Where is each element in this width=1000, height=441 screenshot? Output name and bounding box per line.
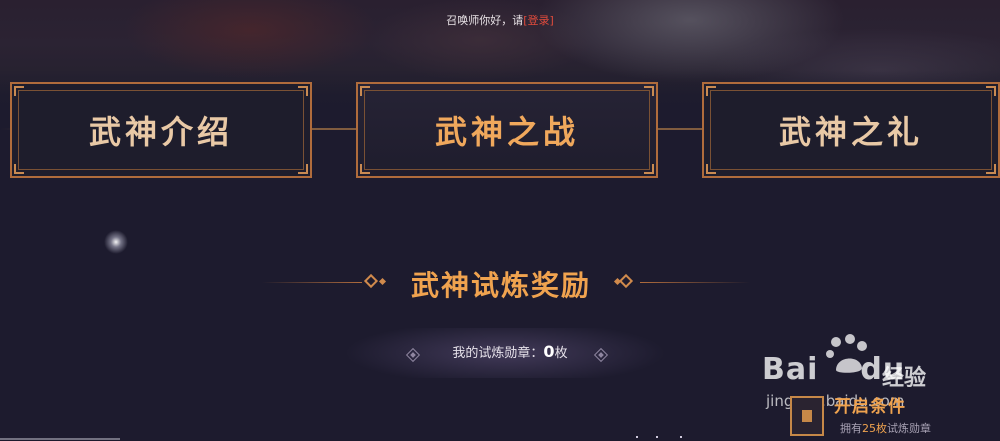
medal-label: 我的试炼勋章： — [452, 346, 544, 361]
frame-corner — [14, 86, 24, 96]
sparkle-decoration — [104, 230, 128, 254]
watermark-logo-text: Bai — [762, 352, 819, 387]
frame-corner — [706, 164, 716, 174]
tab-label: 武神之战 — [434, 113, 579, 151]
frame-corner — [986, 86, 996, 96]
frame-corner — [14, 164, 24, 174]
condition-prefix: 拥有 — [840, 422, 862, 435]
tab-label: 武神之礼 — [778, 113, 923, 151]
diamond-ornament-icon — [363, 273, 379, 289]
frame-corner — [644, 86, 654, 96]
frame-corner — [706, 86, 716, 96]
page: 召唤师你好，请[登录] 武神介绍 武神之战 武神之礼 武神试炼奖励 我的试炼勋章… — [0, 0, 1000, 441]
greeting-text: 召唤师你好，请 — [446, 14, 524, 27]
section-header: 武神试炼奖励 — [0, 262, 1000, 302]
tab-battle[interactable]: 武神之战 — [356, 82, 658, 178]
condition-title: 开启条件 — [834, 397, 906, 417]
condition-description: 拥有25枚试炼勋章 — [840, 420, 931, 436]
medal-count-value: 0 — [543, 342, 555, 361]
login-link[interactable]: [登录] — [523, 14, 554, 27]
frame-corner — [298, 164, 308, 174]
frame-corner — [360, 86, 370, 96]
condition-number: 25枚 — [862, 422, 887, 435]
frame-corner — [986, 164, 996, 174]
title-line-left — [262, 282, 362, 283]
login-prompt: 召唤师你好，请[登录] — [0, 12, 1000, 28]
tab-label: 武神介绍 — [88, 113, 233, 151]
frame-corner — [644, 164, 654, 174]
medal-count-bar: 我的试炼勋章：0枚 — [320, 328, 690, 378]
diamond-dot-icon — [378, 277, 387, 286]
section-title: 武神试炼奖励 — [410, 269, 591, 302]
tab-gift[interactable]: 武神之礼 — [702, 82, 1000, 178]
frame-corner — [360, 164, 370, 174]
frame-corner — [298, 86, 308, 96]
tab-introduction[interactable]: 武神介绍 — [10, 82, 312, 178]
diamond-bullet-icon — [405, 347, 421, 363]
bottom-dots-decoration — [636, 436, 696, 438]
open-condition: 开启条件 拥有25枚试炼勋章 — [790, 392, 1000, 441]
medal-count-text: 我的试炼勋章：0枚 — [430, 342, 590, 361]
bottom-left-line — [0, 438, 120, 440]
title-line-right — [640, 282, 750, 283]
condition-suffix: 试炼勋章 — [887, 422, 931, 435]
diamond-bullet-icon — [593, 347, 609, 363]
lock-icon — [790, 396, 824, 436]
medal-unit: 枚 — [554, 346, 568, 361]
watermark-suffix: 经验 — [882, 366, 927, 391]
diamond-ornament-icon — [618, 273, 634, 289]
